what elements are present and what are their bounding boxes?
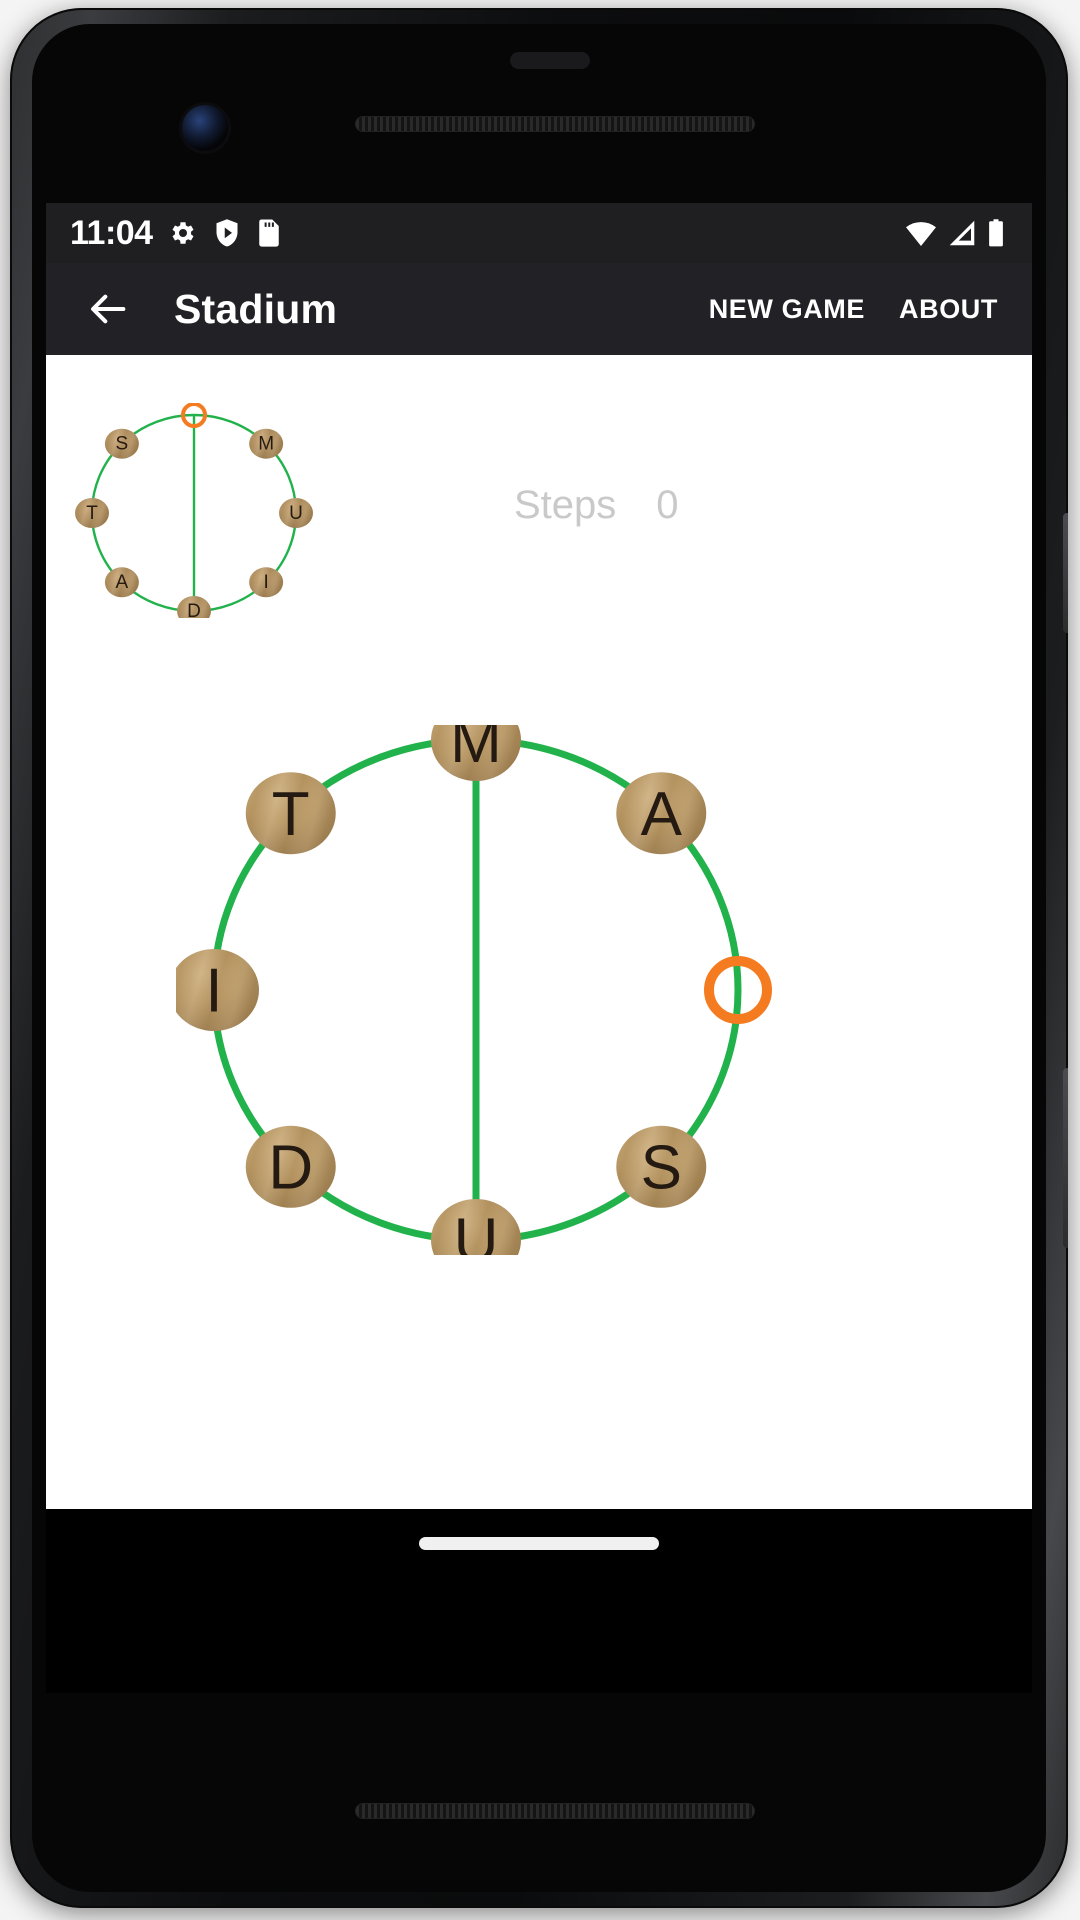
battery-icon	[989, 219, 1003, 247]
earpiece-speaker-grille	[355, 116, 755, 132]
phone-screen: 11:04 Stadium NEW GAME ABOUT M U I D A T…	[46, 203, 1032, 1693]
tile-letter: T	[86, 503, 98, 524]
letter-tile[interactable]: M	[249, 428, 284, 459]
tile-letter: M	[258, 434, 274, 455]
volume-button[interactable]	[1063, 1068, 1068, 1248]
letter-tile[interactable]: M	[431, 725, 521, 781]
tile-letter: M	[450, 725, 502, 776]
shield-play-icon	[216, 219, 238, 247]
letter-tile[interactable]: I	[249, 567, 284, 598]
status-bar-right	[904, 218, 1006, 248]
wifi-icon	[906, 222, 936, 246]
back-button[interactable]	[80, 281, 136, 337]
letter-tile[interactable]: T	[75, 498, 109, 528]
power-button[interactable]	[1063, 513, 1068, 633]
tile-letter: D	[187, 601, 201, 618]
letter-tile[interactable]: A	[104, 567, 139, 598]
tile-letter: S	[116, 434, 129, 455]
tile-letter: U	[454, 1207, 499, 1255]
steps-readout: Steps 0	[514, 483, 679, 528]
letter-tile[interactable]: S	[104, 428, 139, 459]
app-bar: Stadium NEW GAME ABOUT	[46, 263, 1032, 355]
letter-tile[interactable]: T	[245, 772, 336, 855]
gear-icon	[172, 222, 194, 244]
sd-card-icon	[258, 219, 279, 247]
new-game-button[interactable]: NEW GAME	[709, 294, 865, 325]
bottom-speaker-grille	[355, 1803, 755, 1819]
steps-label: Steps	[514, 483, 617, 527]
goal-preview-board[interactable]: M U I D A T S	[74, 403, 314, 618]
device-frame: 11:04 Stadium NEW GAME ABOUT M U I D A T…	[10, 8, 1068, 1908]
about-button[interactable]: ABOUT	[899, 294, 998, 325]
steps-value: 0	[656, 483, 679, 527]
tile-letter: A	[116, 572, 129, 593]
top-slot	[510, 52, 590, 69]
letter-tile[interactable]: D	[245, 1125, 336, 1208]
game-content: M U I D A T S Steps 0 M A S U D I T	[46, 355, 1032, 1509]
app-bar-actions: NEW GAME ABOUT	[709, 294, 1010, 325]
tile-letter: S	[641, 1134, 682, 1203]
page-title: Stadium	[174, 285, 338, 332]
letter-tile[interactable]: S	[616, 1125, 707, 1208]
tile-letter: I	[263, 572, 268, 593]
status-bar-left: 11:04	[70, 216, 282, 250]
home-indicator[interactable]	[419, 1537, 659, 1550]
tile-letter: I	[205, 957, 222, 1026]
letter-tile[interactable]: A	[616, 772, 707, 855]
front-camera-icon	[182, 105, 228, 151]
tile-letter: U	[289, 503, 303, 524]
letter-tile[interactable]: I	[176, 949, 259, 1031]
letter-tile[interactable]: U	[279, 498, 313, 528]
letter-tile[interactable]: D	[177, 596, 211, 618]
play-board[interactable]: M A S U D I T	[176, 725, 776, 1255]
status-clock: 11:04	[70, 214, 153, 252]
back-arrow-icon	[91, 294, 126, 324]
gesture-nav-bar	[46, 1509, 1032, 1693]
letter-tile[interactable]: U	[431, 1199, 521, 1255]
screenshot-root: 11:04 Stadium NEW GAME ABOUT M U I D A T…	[0, 0, 1080, 1920]
status-bar: 11:04	[46, 203, 1032, 263]
cell-signal-icon	[949, 220, 975, 246]
tile-letter: T	[272, 780, 310, 849]
tile-letter: A	[641, 780, 683, 849]
tile-letter: D	[268, 1134, 313, 1203]
